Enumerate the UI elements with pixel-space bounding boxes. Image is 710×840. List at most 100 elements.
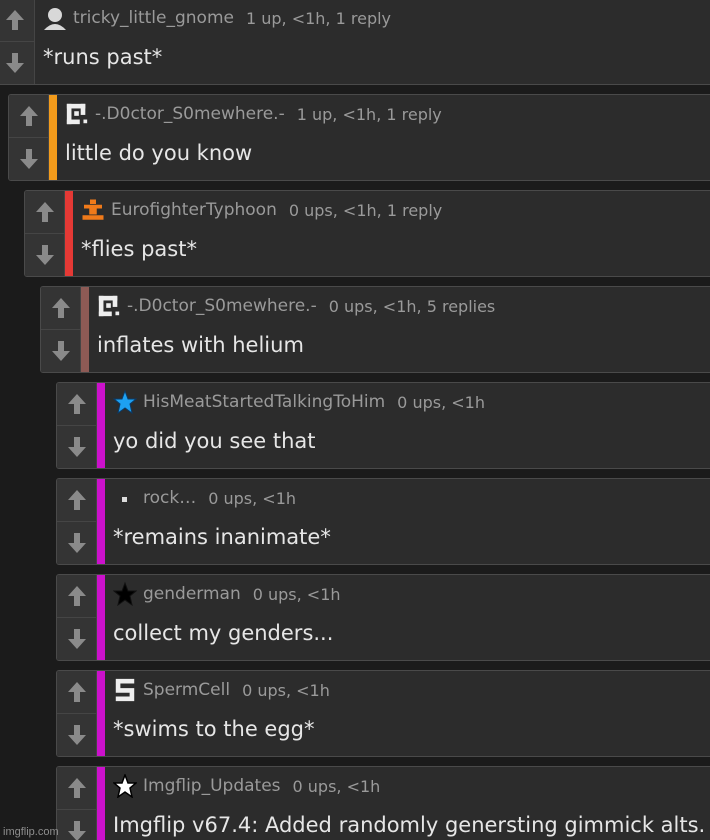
arrow-up-icon <box>67 682 86 702</box>
upvote-button[interactable] <box>0 0 35 42</box>
downvote-button[interactable] <box>0 42 35 84</box>
vote-controls <box>9 95 49 180</box>
comment-meta: 1 up, <1h, 1 reply <box>296 104 442 124</box>
downvote-button[interactable] <box>57 810 97 840</box>
s-logo-icon[interactable] <box>113 678 137 702</box>
white-star-icon[interactable] <box>113 774 137 798</box>
upvote-button[interactable] <box>57 479 97 522</box>
person-icon[interactable] <box>43 6 67 30</box>
arrow-down-icon <box>5 53 24 73</box>
arrow-down-icon <box>51 341 70 361</box>
comment-meta: 0 ups, <1h <box>252 584 341 604</box>
arrow-down-icon <box>67 437 86 457</box>
comment-header: HisMeatStartedTalkingToHim 0 ups, <1h <box>113 390 485 414</box>
vote-controls <box>57 671 97 756</box>
downvote-button[interactable] <box>9 138 49 180</box>
downvote-button[interactable] <box>25 234 65 276</box>
upvote-button[interactable] <box>57 767 97 810</box>
upvote-button[interactable] <box>41 287 81 330</box>
comment-header: EurofighterTyphoon 0 ups, <1h, 1 reply <box>81 198 442 222</box>
comment: -.D0ctor_S0mewhere.- 1 up, <1h, 1 reply … <box>8 94 710 181</box>
username[interactable]: SpermCell <box>143 680 230 700</box>
comment: tricky_little_gnome 1 up, <1h, 1 reply *… <box>0 0 710 85</box>
downvote-button[interactable] <box>57 426 97 468</box>
arrow-down-icon <box>67 821 86 840</box>
upvote-button[interactable] <box>25 191 65 234</box>
depth-color-bar <box>97 767 105 840</box>
upvote-button[interactable] <box>57 383 97 426</box>
arrow-up-icon <box>67 490 86 510</box>
username[interactable]: tricky_little_gnome <box>73 8 234 28</box>
downvote-button[interactable] <box>57 522 97 564</box>
arrow-down-icon <box>67 725 86 745</box>
chess-piece-icon[interactable] <box>81 198 105 222</box>
downvote-button[interactable] <box>41 330 81 372</box>
comment: -.D0ctor_S0mewhere.- 0 ups, <1h, 5 repli… <box>40 286 710 373</box>
vote-controls <box>57 575 97 660</box>
comment-header: SpermCell 0 ups, <1h <box>113 678 330 702</box>
username[interactable]: genderman <box>143 584 241 604</box>
pixel-logo-icon[interactable] <box>97 294 121 318</box>
comment-header: -.D0ctor_S0mewhere.- 0 ups, <1h, 5 repli… <box>97 294 495 318</box>
comment-text: collect my genders... <box>113 621 334 645</box>
comment-body: SpermCell 0 ups, <1h *swims to the egg* <box>105 671 710 756</box>
downvote-button[interactable] <box>57 714 97 756</box>
comment-meta: 0 ups, <1h <box>292 776 381 796</box>
comment-meta: 1 up, <1h, 1 reply <box>245 8 392 28</box>
comment-meta: 0 ups, <1h <box>397 392 485 412</box>
comment-header: tricky_little_gnome 1 up, <1h, 1 reply <box>43 6 391 30</box>
comment-body: Imgflip_Updates 0 ups, <1h Imgflip v67.4… <box>105 767 710 840</box>
pixel-logo-icon[interactable] <box>65 102 89 126</box>
comment-header: -.D0ctor_S0mewhere.- 1 up, <1h, 1 reply <box>65 102 442 126</box>
comment: HisMeatStartedTalkingToHim 0 ups, <1h yo… <box>56 382 710 469</box>
username[interactable]: rock… <box>143 488 196 508</box>
vote-controls <box>57 383 97 468</box>
depth-color-bar <box>81 287 89 372</box>
arrow-down-icon <box>67 629 86 649</box>
vote-controls <box>41 287 81 372</box>
arrow-up-icon <box>51 298 70 318</box>
upvote-button[interactable] <box>9 95 49 138</box>
upvote-button[interactable] <box>57 671 97 714</box>
arrow-up-icon <box>19 106 38 126</box>
comment-header: genderman 0 ups, <1h <box>113 581 341 607</box>
comment-body: -.D0ctor_S0mewhere.- 1 up, <1h, 1 reply … <box>57 95 710 180</box>
arrow-up-icon <box>67 778 86 798</box>
comment-meta: 0 ups, <1h, 1 reply <box>288 200 443 220</box>
black-star-icon[interactable] <box>113 581 137 607</box>
downvote-button[interactable] <box>57 618 97 660</box>
comment-meta: 0 ups, <1h <box>208 488 297 508</box>
comment: rock… 0 ups, <1h *remains inanimate* <box>56 478 710 565</box>
username[interactable]: EurofighterTyphoon <box>111 200 277 220</box>
arrow-up-icon <box>67 586 86 606</box>
comment: genderman 0 ups, <1h collect my genders.… <box>56 574 710 661</box>
comment-thread: tricky_little_gnome 1 up, <1h, 1 reply *… <box>0 0 710 840</box>
arrow-up-icon <box>5 10 24 30</box>
username[interactable]: HisMeatStartedTalkingToHim <box>143 392 385 412</box>
comment-body: genderman 0 ups, <1h collect my genders.… <box>105 575 710 660</box>
arrow-down-icon <box>67 533 86 553</box>
comment-text: little do you know <box>65 141 253 165</box>
arrow-down-icon <box>19 149 38 169</box>
small-square-icon[interactable] <box>113 486 137 510</box>
username[interactable]: Imgflip_Updates <box>143 776 281 796</box>
arrow-up-icon <box>35 202 54 222</box>
comment-text: Imgflip v67.4: Added randomly genersting… <box>113 813 706 837</box>
vote-controls <box>57 479 97 564</box>
comment-body: HisMeatStartedTalkingToHim 0 ups, <1h yo… <box>105 383 710 468</box>
vote-controls <box>57 767 97 840</box>
comment-text: inflates with helium <box>97 333 304 357</box>
comment: SpermCell 0 ups, <1h *swims to the egg* <box>56 670 710 757</box>
vote-controls <box>25 191 65 276</box>
username[interactable]: -.D0ctor_S0mewhere.- <box>95 104 285 124</box>
depth-color-bar <box>65 191 73 276</box>
username[interactable]: -.D0ctor_S0mewhere.- <box>127 296 317 316</box>
upvote-button[interactable] <box>57 575 97 618</box>
comment-body: -.D0ctor_S0mewhere.- 0 ups, <1h, 5 repli… <box>89 287 710 372</box>
vote-controls <box>0 0 35 84</box>
comment-header: rock… 0 ups, <1h <box>113 486 296 510</box>
blue-star-icon[interactable] <box>113 390 137 414</box>
comment-text: yo did you see that <box>113 429 316 453</box>
depth-color-bar <box>49 95 57 180</box>
depth-color-bar <box>97 383 105 468</box>
